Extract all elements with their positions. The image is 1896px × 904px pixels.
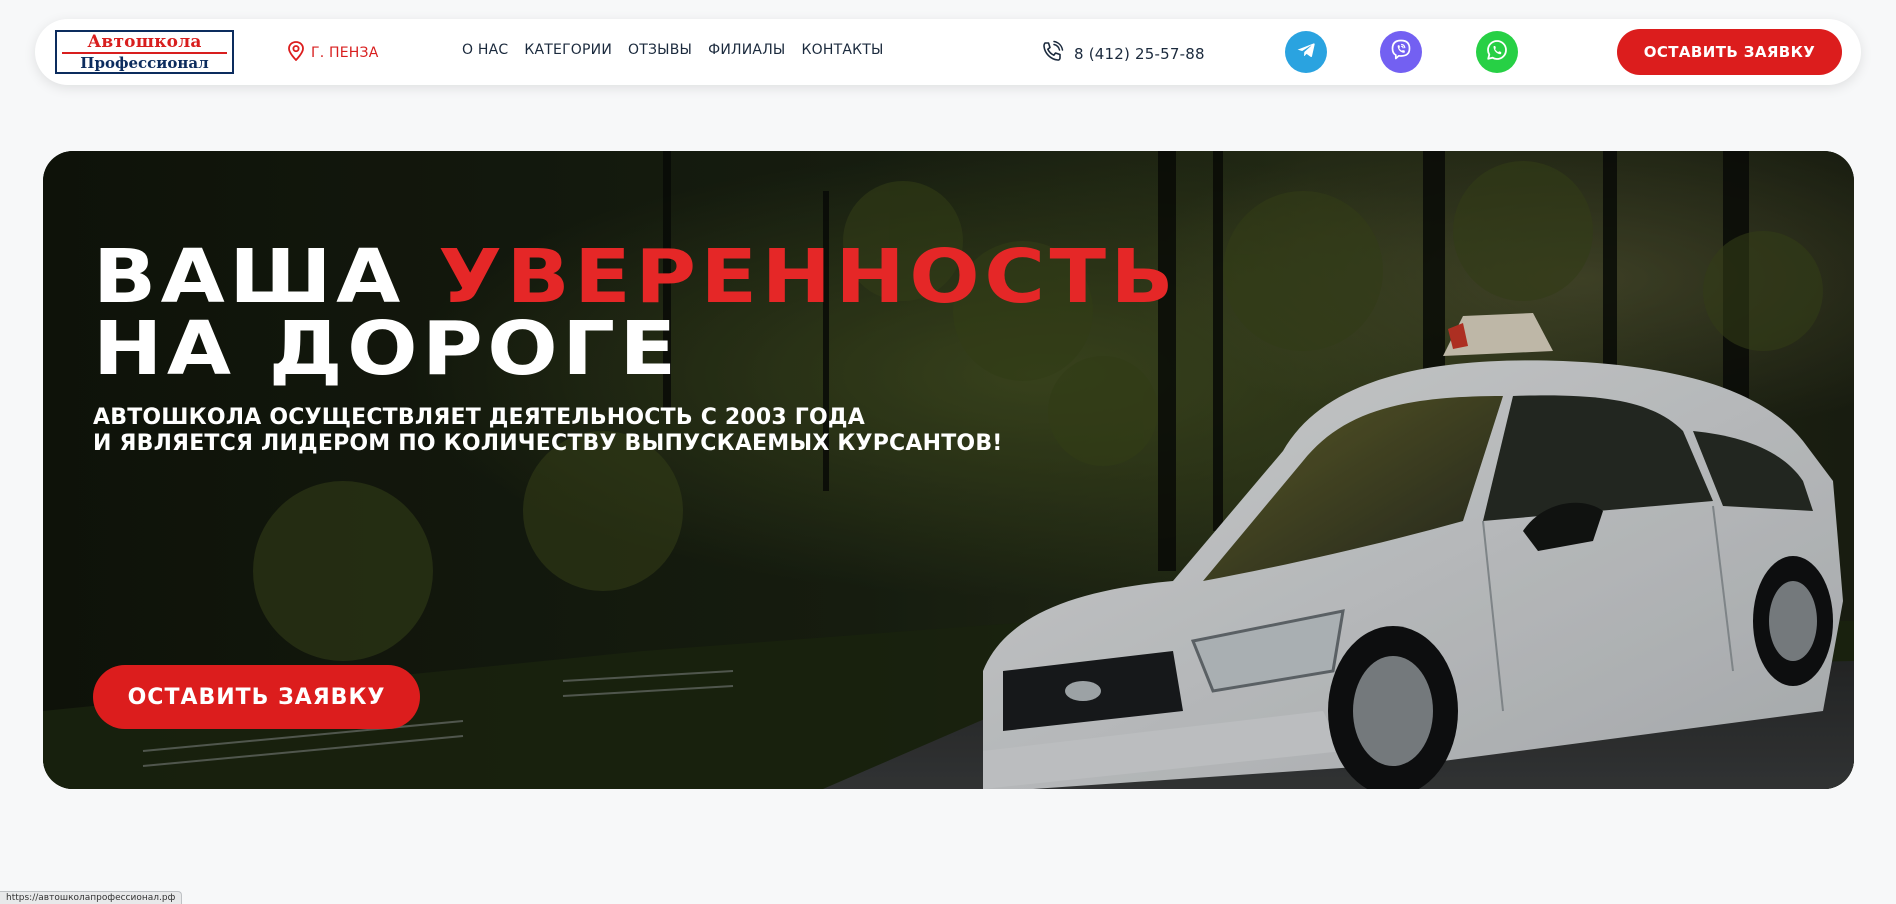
whatsapp-link[interactable]: [1476, 31, 1518, 73]
logo-line2: Профессионал: [80, 54, 209, 72]
city-selector[interactable]: г. Пенза: [287, 41, 379, 65]
nav-about[interactable]: О нас: [462, 42, 508, 58]
hero-subtitle-line2: и является лидером по количеству выпуска…: [93, 431, 1003, 456]
site-header: Автошкола Профессионал г. Пенза О нас Ка…: [35, 19, 1861, 85]
whatsapp-icon: [1485, 38, 1509, 66]
phone-link[interactable]: 8 (412) 25-57-88: [1040, 40, 1205, 68]
nav-contacts[interactable]: Контакты: [801, 42, 883, 58]
nav-categories[interactable]: Категории: [524, 42, 612, 58]
viber-icon: [1389, 38, 1413, 66]
phone-icon: [1040, 40, 1064, 68]
logo-line1: Автошкола: [87, 32, 202, 52]
nav-branches[interactable]: Филиалы: [708, 42, 785, 58]
hero-title-line2: на дороге: [93, 306, 681, 392]
logo[interactable]: Автошкола Профессионал: [55, 30, 234, 74]
hero-request-button[interactable]: Оставить заявку: [93, 665, 420, 729]
hero-title: Ваша уверенность на дороге: [93, 240, 1178, 392]
hero-subtitle: Автошкола осуществляет деятельность с 20…: [93, 405, 1003, 457]
location-pin-icon: [287, 41, 305, 65]
viber-link[interactable]: [1380, 31, 1422, 73]
status-bar-url: https://автошколапрофессионал.рф: [0, 891, 183, 904]
hero-subtitle-line1: Автошкола осуществляет деятельность с 20…: [93, 405, 865, 430]
phone-number: 8 (412) 25-57-88: [1074, 45, 1205, 63]
main-nav: О нас Категории Отзывы Филиалы Контакты: [462, 42, 884, 58]
header-request-button[interactable]: Оставить заявку: [1617, 29, 1842, 75]
telegram-icon: [1295, 39, 1317, 65]
hero-banner: Ваша уверенность на дороге Автошкола осу…: [43, 151, 1854, 789]
nav-reviews[interactable]: Отзывы: [628, 42, 692, 58]
telegram-link[interactable]: [1285, 31, 1327, 73]
city-label: г. Пенза: [311, 45, 379, 61]
